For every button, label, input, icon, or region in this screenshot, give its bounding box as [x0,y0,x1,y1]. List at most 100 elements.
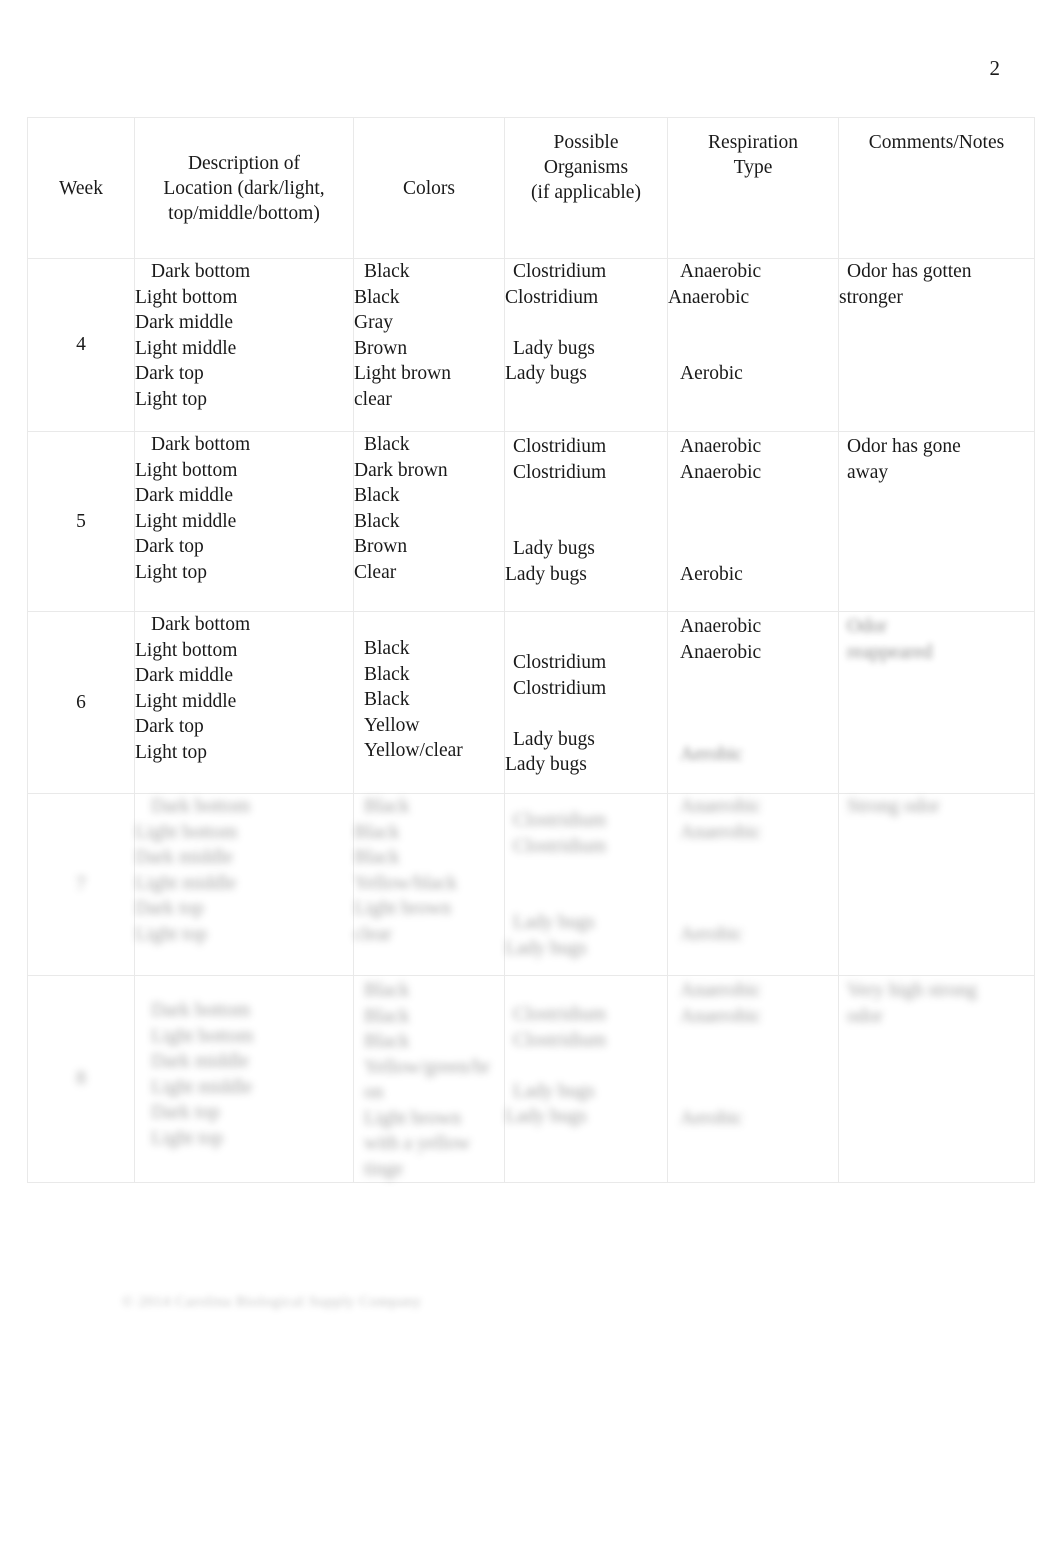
week-value: 8 [76,1068,86,1090]
colors-value: Black Black Black Yellow Yellow/clear [364,638,463,761]
respiration-value-bottom: Aerobic [680,743,743,765]
cell-colors: Black Black Black Yellow Yellow/clear [353,611,505,794]
respiration-value-top: Anaerobic Anaerobic [680,796,762,843]
cell-colors: Black Black Black Yellow/green/br on Lig… [353,975,505,1183]
column-header-week-label: Week [59,177,103,199]
respiration-spacer-3 [668,896,838,922]
cell-description: Dark bottom Light bottom Dark middle Lig… [134,611,354,794]
respiration-spacer [668,845,838,871]
cell-colors: Black Black Gray Brown Light brown clear [353,258,505,432]
colors-value: Black Black Black Yellow/black Light bro… [354,796,458,945]
respiration-spacer [668,310,838,336]
cell-description: Dark bottom Light bottom Dark middle Lig… [134,258,354,432]
organisms-value-bottom: Lady bugs Lady bugs [505,912,595,959]
comments-value: Odor has gotten stronger [839,261,972,308]
cell-respiration: Anaerobic Anaerobic Aerobic [667,793,839,976]
column-header-week: Week [27,117,135,259]
respiration-value-bottom: Aerobic [680,563,743,585]
organisms-value-bottom: Lady bugs Lady bugs [505,337,595,385]
cell-week: 4 [27,258,135,432]
description-value: Dark bottom Light bottom Dark middle Lig… [151,1000,254,1149]
respiration-value-top: Anaerobic Anaerobic [680,436,762,483]
cell-respiration: Anaerobic Anaerobic Aerobic [667,431,839,612]
table-row: 4 Dark bottom Light bottom Dark middle L… [27,258,1035,432]
description-value: Dark bottom Light bottom Dark middle Lig… [135,261,251,410]
respiration-spacer [668,485,838,511]
comments-value: Strong odor [847,796,940,817]
cell-description: Dark bottom Light bottom Dark middle Lig… [134,431,354,612]
organisms-value-top: Clostridium Clostridium [513,436,607,483]
organisms-value-bottom: Lady bugs Lady bugs [505,538,595,585]
cell-week: 7 [27,793,135,976]
respiration-spacer-3 [668,716,838,742]
table-row: 7 Dark bottom Light bottom Dark middle L… [27,793,1035,976]
respiration-spacer-2 [668,691,838,717]
organisms-value-top: Clostridium Clostridium [513,652,607,699]
cell-comments: Odor has gotten stronger [838,258,1035,432]
column-header-colors: Colors [353,117,505,259]
respiration-spacer-2 [668,336,838,362]
footer-copyright: © 2014 Carolina Biological Supply Compan… [122,1294,422,1310]
respiration-value-top: Anaerobic Anaerobic [668,261,762,308]
week-value: 5 [76,510,86,532]
description-value: Dark bottom Light bottom Dark middle Lig… [135,434,251,583]
column-header-colors-label: Colors [402,177,455,199]
description-value: Dark bottom Light bottom Dark middle Lig… [135,796,251,945]
cell-organisms: Clostridium Clostridium Lady bugs Lady b… [504,258,668,432]
week-value: 6 [76,691,86,713]
cell-organisms: Clostridium Clostridium Lady bugs Lady b… [504,793,668,976]
description-value: Dark bottom Light bottom Dark middle Lig… [135,614,251,763]
column-header-respiration: Respiration Type [667,117,839,259]
cell-comments: Odor reappeared [838,611,1035,794]
week-value: 4 [76,334,86,356]
page-number: 2 [989,56,1001,80]
respiration-value-top: Anaerobic Anaerobic [680,616,762,663]
comments-value: Odor reappeared [847,616,933,663]
organisms-value-top: Clostridium Clostridium [513,1004,607,1051]
respiration-value-bottom: Aerobic [680,1107,743,1129]
cell-description: Dark bottom Light bottom Dark middle Lig… [134,793,354,976]
respiration-value-bottom: Aerobic [680,363,743,384]
week-value: 7 [76,873,86,895]
respiration-spacer [668,665,838,691]
table-row: 8 Dark bottom Light bottom Dark middle L… [27,975,1035,1183]
comments-value: Very high strong odor [847,980,977,1027]
cell-week: 8 [27,975,135,1183]
cell-respiration: Anaerobic Anaerobic Aerobic [667,258,839,432]
organisms-value-bottom: Lady bugs Lady bugs [505,728,595,776]
cell-respiration: Anaerobic Anaerobic Aerobic [667,611,839,794]
cell-description: Dark bottom Light bottom Dark middle Lig… [134,975,354,1183]
cell-colors: Black Black Black Yellow/black Light bro… [353,793,505,976]
table-row: 6 Dark bottom Light bottom Dark middle L… [27,611,1035,794]
column-header-comments: Comments/Notes [838,117,1035,259]
colors-value: Black Dark brown Black Black Brown Clear [354,434,448,583]
table-row: 5 Dark bottom Light bottom Dark middle L… [27,431,1035,612]
colors-value: Black Black Black Yellow/green/br on Lig… [364,980,490,1180]
organisms-spacer [505,859,667,885]
organisms-value-top: Clostridium Clostridium [505,261,607,308]
organisms-value-bottom: Lady bugs Lady bugs [505,1080,595,1128]
table-body: 4 Dark bottom Light bottom Dark middle L… [27,258,1035,1183]
cell-organisms: Clostridium Clostridium Lady bugs Lady b… [504,611,668,794]
column-header-description-label: Description of Location (dark/light, top… [163,152,325,224]
cell-organisms: Clostridium Clostridium Lady bugs Lady b… [504,975,668,1183]
cell-organisms: Clostridium Clostridium Lady bugs Lady b… [504,431,668,612]
organisms-value-top: Clostridium Clostridium [513,810,607,857]
respiration-spacer-3 [668,536,838,562]
respiration-value-bottom: Aerobic [680,923,743,945]
respiration-spacer-2 [668,1055,838,1081]
cell-colors: Black Dark brown Black Black Brown Clear [353,431,505,612]
document-page: 2 Week Description of Location (dark/lig… [0,0,1062,1561]
cell-week: 6 [27,611,135,794]
cell-comments: Odor has gone away [838,431,1035,612]
respiration-spacer [668,1029,838,1055]
respiration-spacer-2 [668,511,838,537]
cell-week: 5 [27,431,135,612]
organisms-spacer [505,485,667,511]
comments-value: Odor has gone away [847,436,961,483]
column-header-comments-label: Comments/Notes [868,132,1005,153]
respiration-spacer-2 [668,871,838,897]
respiration-spacer-3 [668,1080,838,1106]
respiration-value-top: Anaerobic Anaerobic [680,980,762,1027]
observation-table: Week Description of Location (dark/light… [27,117,1035,1183]
